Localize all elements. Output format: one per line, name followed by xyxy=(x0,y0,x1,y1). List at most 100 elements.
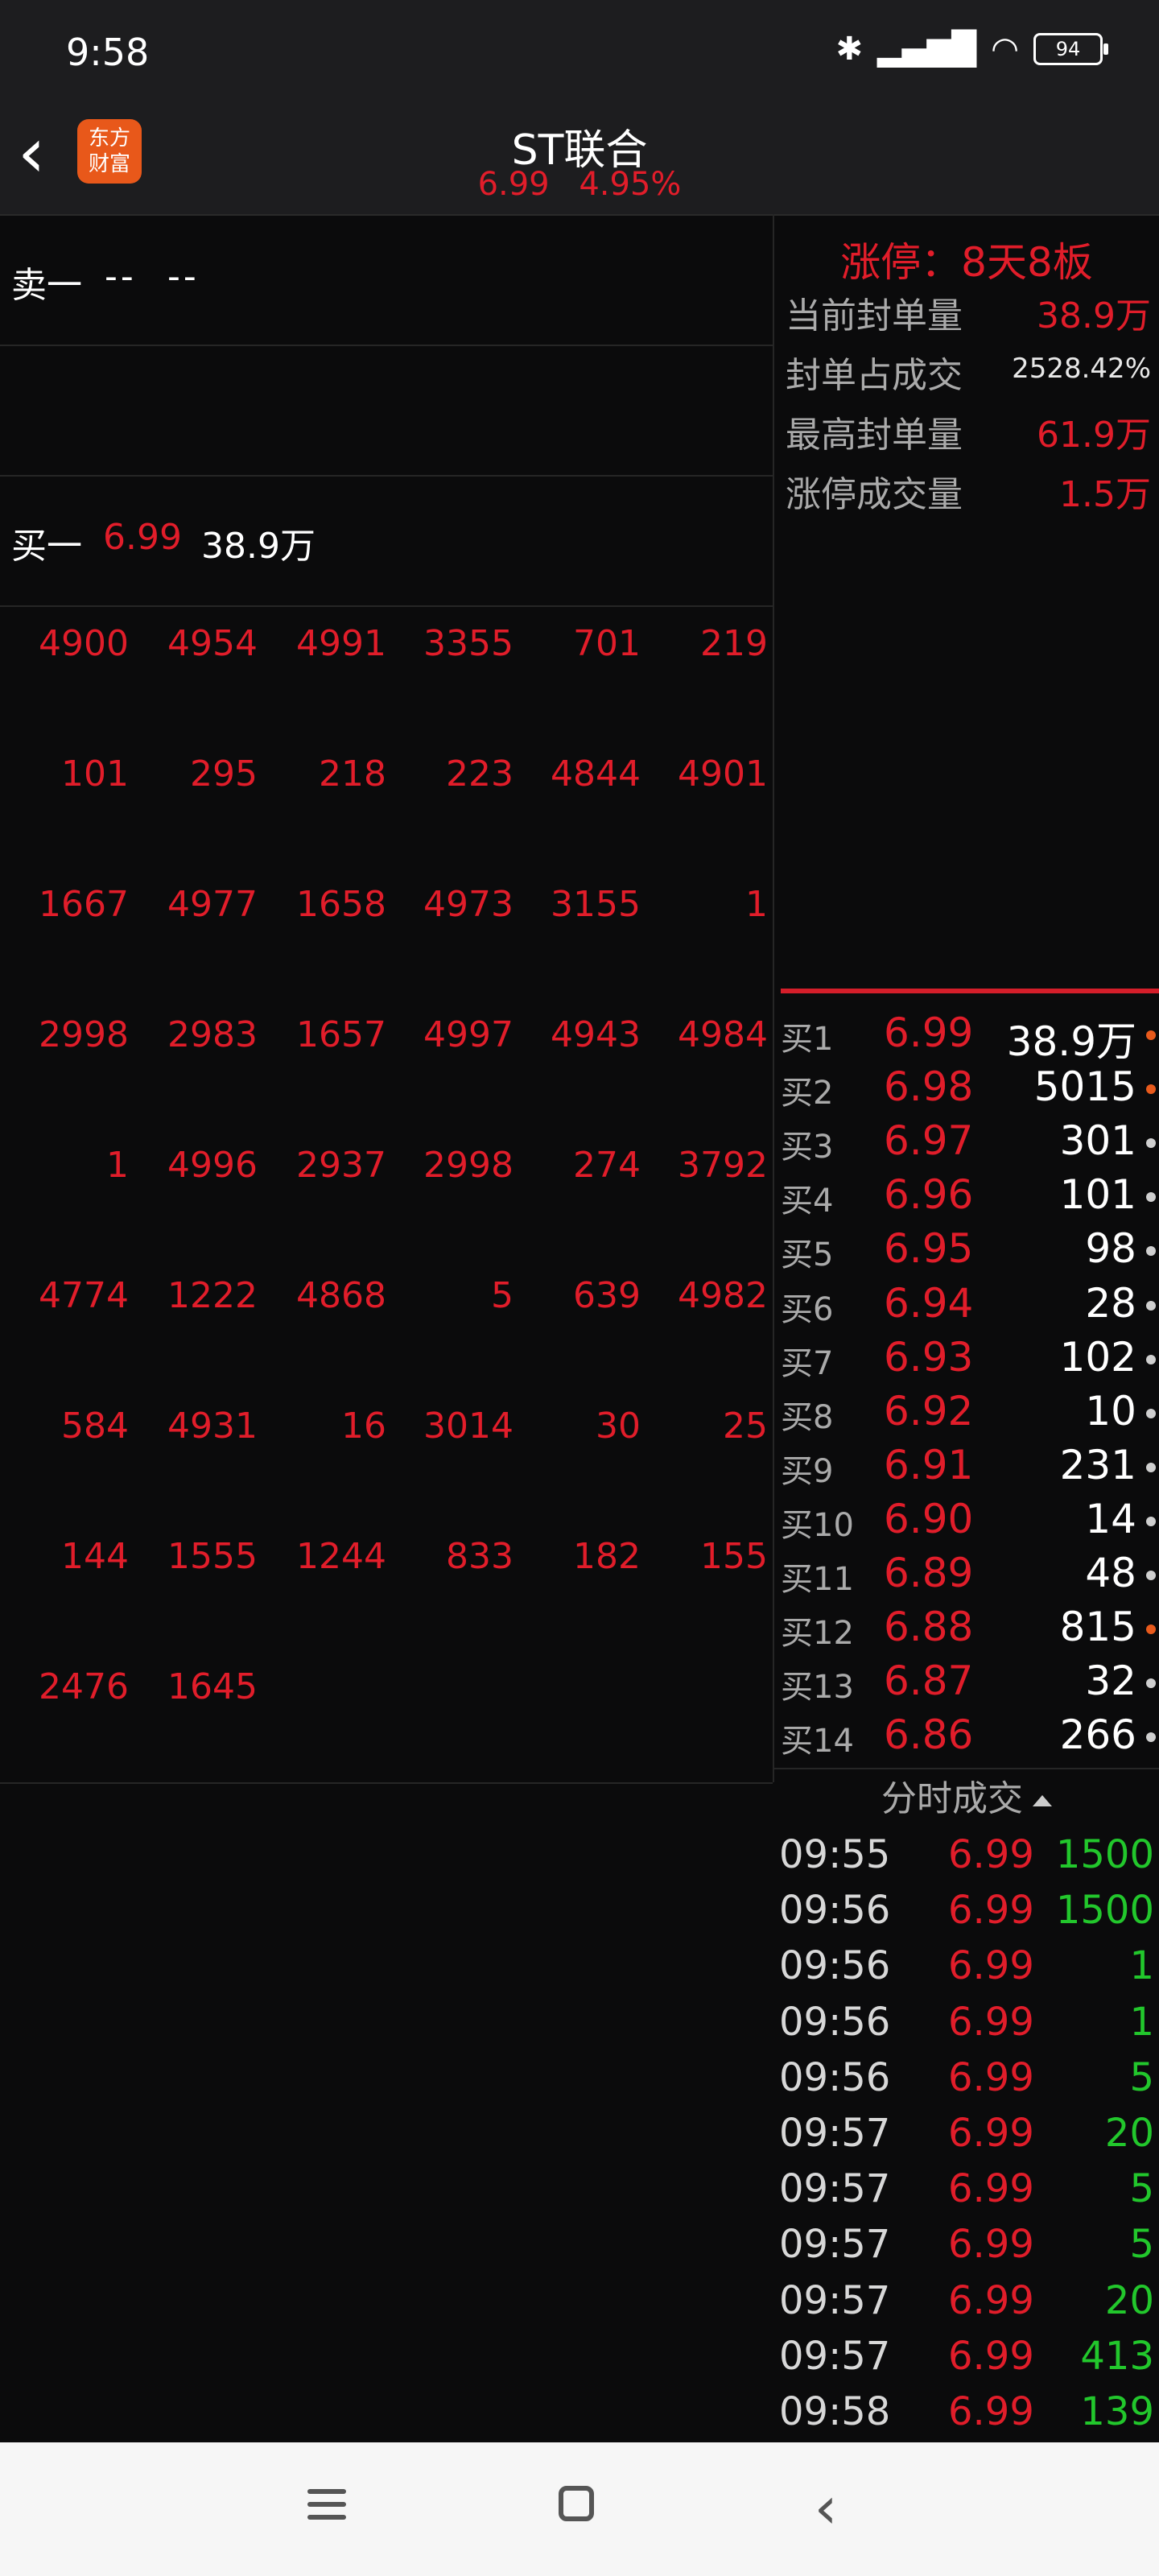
trade-time: 09:57 xyxy=(779,2222,891,2268)
queue-order: 1 xyxy=(745,884,768,925)
sell1-row[interactable]: 卖一 -- -- xyxy=(0,214,773,346)
queue-order: 1 xyxy=(106,1145,129,1186)
queue-order: 3014 xyxy=(423,1406,514,1447)
bid-volume: 38.9万 xyxy=(1006,1018,1136,1065)
bid-label: 买6 xyxy=(781,1290,834,1328)
bid-level-row[interactable]: 买4 6.96 101 xyxy=(781,1170,1159,1223)
queue-order: 30 xyxy=(596,1406,641,1447)
bid-price: 6.98 xyxy=(884,1063,974,1111)
current-price: 6.99 xyxy=(477,166,550,203)
queue-order: 639 xyxy=(573,1275,641,1316)
trade-volume: 1500 xyxy=(1055,1888,1154,1934)
bid-indicator-dot xyxy=(1146,1571,1156,1580)
queue-order: 4943 xyxy=(551,1014,641,1055)
queue-order: 584 xyxy=(61,1406,129,1447)
trade-row: 09:57 6.99 413 xyxy=(779,2334,1154,2388)
sell1-volume: -- xyxy=(167,256,200,297)
bid-price: 6.99 xyxy=(884,1009,974,1056)
queue-order: 1555 xyxy=(167,1536,258,1577)
bid-level-row[interactable]: 买6 6.94 28 xyxy=(781,1278,1159,1331)
bid-level-row[interactable]: 买2 6.98 5015 xyxy=(781,1062,1159,1115)
bid-level-row[interactable]: 买9 6.91 231 xyxy=(781,1440,1159,1493)
bid-label: 买12 xyxy=(781,1615,854,1653)
bid-indicator-dot xyxy=(1146,1354,1156,1364)
bid-level-row[interactable]: 买10 6.90 14 xyxy=(781,1494,1159,1547)
queue-order: 4868 xyxy=(296,1275,386,1316)
bid-level-row[interactable]: 买1 6.99 38.9万 xyxy=(781,1008,1159,1065)
ticks-header[interactable]: 分时成交 xyxy=(774,1768,1159,1826)
sell1-price: -- xyxy=(105,256,137,297)
queue-order: 101 xyxy=(61,753,129,795)
buy1-queue-grid: 4900 4954 4991 3355 701 219 101 295 218 223 4844 49… xyxy=(0,607,773,1784)
triangle-up-icon xyxy=(1033,1795,1052,1806)
stock-header: ‹ 东方 财富 ST联合 6.99 4.95% xyxy=(0,97,1159,216)
bid-indicator-dot xyxy=(1146,1300,1156,1311)
bid-volume: 5015 xyxy=(1033,1063,1136,1111)
bid-indicator-dot xyxy=(1146,1030,1156,1040)
bid-level-row[interactable]: 买8 6.92 10 xyxy=(781,1386,1159,1439)
trade-price: 6.99 xyxy=(948,1832,1034,1877)
queue-order: 2937 xyxy=(296,1145,386,1186)
trade-time: 09:56 xyxy=(779,1943,891,1989)
queue-order: 4973 xyxy=(423,884,514,925)
trade-row: 09:57 6.99 20 xyxy=(779,2278,1154,2333)
queue-order: 4900 xyxy=(39,623,129,664)
buy1-volume: 38.9万 xyxy=(201,526,316,567)
bid-level-row[interactable]: 买11 6.89 48 xyxy=(781,1548,1159,1601)
wifi-icon: ◠ xyxy=(991,31,1019,68)
battery-icon: 94 xyxy=(1033,33,1108,65)
home-icon xyxy=(559,2486,594,2521)
trade-row: 09:56 6.99 1 xyxy=(779,1943,1154,1998)
bid-price: 6.95 xyxy=(884,1225,974,1273)
bid-level-row[interactable]: 买7 6.93 102 xyxy=(781,1332,1159,1385)
queue-order: 1244 xyxy=(296,1536,386,1577)
queue-order: 218 xyxy=(319,753,386,795)
buy1-price: 6.99 xyxy=(103,517,182,558)
trade-time: 09:57 xyxy=(779,2111,891,2156)
queue-order: 4931 xyxy=(167,1406,258,1447)
queue-order: 2983 xyxy=(167,1014,258,1055)
order-book-panel: 卖一 -- -- 买一 6.99 38.9万 4900 4954 4991 3355 7… xyxy=(0,214,774,1784)
queue-order: 701 xyxy=(573,623,641,664)
queue-order: 182 xyxy=(573,1536,641,1577)
bluetooth-icon: ✱ xyxy=(835,31,864,68)
queue-order: 3355 xyxy=(423,623,514,664)
bid-level-row[interactable]: 买5 6.95 98 xyxy=(781,1224,1159,1277)
queue-order: 274 xyxy=(573,1145,641,1186)
bid-volume: 98 xyxy=(1085,1225,1136,1273)
stat-label: 当前封单量 xyxy=(786,295,963,336)
trade-volume: 1500 xyxy=(1055,1832,1154,1877)
status-bar: 9:58 ✱ ▂▄▆█ ◠ 94 xyxy=(0,0,1159,97)
queue-order: 1667 xyxy=(39,884,129,925)
trade-row: 09:57 6.99 20 xyxy=(779,2111,1154,2165)
bid-level-row[interactable]: 买3 6.97 301 xyxy=(781,1116,1159,1169)
bid-indicator-dot xyxy=(1146,1624,1156,1635)
back-nav-icon[interactable]: ‹ xyxy=(794,2479,858,2537)
home-button[interactable] xyxy=(544,2481,608,2537)
bid-volume: 266 xyxy=(1059,1711,1136,1759)
buy1-row[interactable]: 买一 6.99 38.9万 xyxy=(0,475,773,607)
queue-order: 2998 xyxy=(423,1145,514,1186)
queue-order: 4997 xyxy=(423,1014,514,1055)
trade-time: 09:58 xyxy=(779,2389,891,2434)
queue-order: 219 xyxy=(700,623,768,664)
trade-price: 6.99 xyxy=(948,2054,1034,2100)
stat-value: 38.9万 xyxy=(1037,295,1151,336)
sell1-label: 卖一 xyxy=(11,265,82,306)
menu-icon[interactable] xyxy=(295,2481,359,2537)
trade-time: 09:56 xyxy=(779,1999,891,2045)
bid-level-row[interactable]: 买13 6.87 32 xyxy=(781,1656,1159,1709)
bid-level-row[interactable]: 买14 6.86 266 xyxy=(781,1710,1159,1763)
trade-price: 6.99 xyxy=(948,2333,1034,2379)
bid-volume: 14 xyxy=(1085,1495,1136,1542)
bid-label: 买4 xyxy=(781,1183,834,1220)
trade-volume: 139 xyxy=(1080,2389,1154,2434)
bid-price: 6.96 xyxy=(884,1171,974,1219)
queue-order: 16 xyxy=(341,1406,386,1447)
trade-time: 09:57 xyxy=(779,2333,891,2379)
bid-level-row[interactable]: 买12 6.88 815 xyxy=(781,1602,1159,1655)
bid-indicator-dot xyxy=(1146,1732,1156,1743)
status-time: 9:58 xyxy=(66,31,150,74)
queue-order: 4954 xyxy=(167,623,258,664)
trade-row: 09:56 6.99 1 xyxy=(779,2000,1154,2054)
